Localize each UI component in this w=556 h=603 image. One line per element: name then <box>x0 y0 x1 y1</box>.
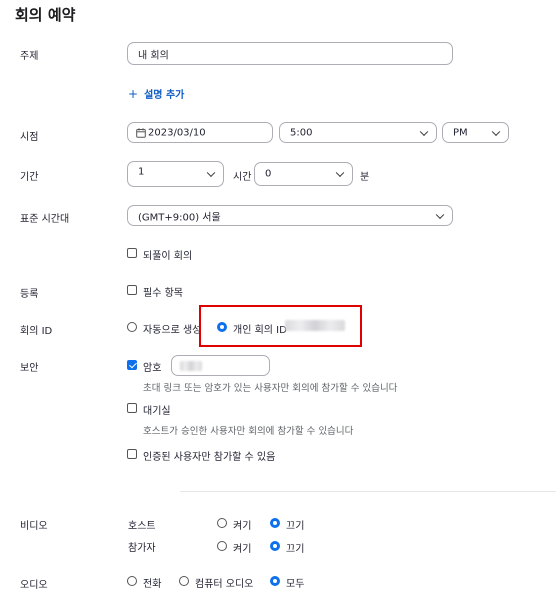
page-title: 회의 예약 <box>15 6 76 24</box>
passcode-redacted <box>180 361 202 371</box>
calendar-icon <box>136 128 146 138</box>
passcode-checkbox[interactable] <box>127 360 137 370</box>
registration-option: 필수 항목 <box>143 288 183 299</box>
auto-generate-radio[interactable] <box>127 322 137 332</box>
plus-icon: + <box>128 86 139 101</box>
waiting-room-checkbox[interactable] <box>127 403 137 413</box>
video-participant-label: 참가자 <box>128 543 156 554</box>
audio-computer-radio[interactable] <box>179 576 189 586</box>
host-video-on-label: 켜기 <box>233 521 252 532</box>
section-divider <box>180 491 556 492</box>
chevron-down-icon <box>206 168 216 178</box>
personal-id-label: 개인 회의 ID <box>233 325 287 336</box>
personal-id-radio[interactable] <box>217 322 227 332</box>
participant-video-on-label: 켜기 <box>233 544 252 555</box>
minutes-unit: 분 <box>360 172 370 183</box>
hours-unit: 시간 <box>233 172 252 183</box>
passcode-input[interactable] <box>171 355 270 376</box>
topic-value: 내 회의 <box>138 50 169 61</box>
auth-only-checkbox[interactable] <box>127 449 137 459</box>
registration-checkbox[interactable] <box>127 285 137 295</box>
duration-minutes-select[interactable]: 0 <box>254 162 353 186</box>
topic-input[interactable]: 내 회의 <box>127 42 453 65</box>
video-label: 비디오 <box>20 521 48 532</box>
participant-video-on-radio[interactable] <box>217 541 227 551</box>
video-host-label: 호스트 <box>128 521 156 532</box>
waiting-room-hint: 호스트가 승인한 사용자만 회의에 참가할 수 있습니다 <box>143 426 354 437</box>
host-video-off-radio[interactable] <box>270 518 280 528</box>
time-select[interactable]: 5:00 <box>279 122 437 143</box>
duration-label: 기간 <box>20 172 39 183</box>
chevron-down-icon <box>419 127 429 136</box>
personal-id-redacted <box>285 320 345 331</box>
chevron-down-icon <box>491 127 501 136</box>
chevron-down-icon <box>335 168 345 178</box>
add-description-link[interactable]: + 설명 추가 <box>128 86 185 102</box>
auto-generate-label: 자동으로 생성 <box>143 325 202 336</box>
waiting-room-label: 대기실 <box>143 406 171 417</box>
duration-hours-select[interactable]: 1 <box>127 161 224 187</box>
duration-hours-value: 1 <box>138 166 145 178</box>
timezone-select[interactable]: (GMT+9:00) 서울 <box>127 205 453 226</box>
date-picker[interactable]: 2023/03/10 <box>127 122 273 143</box>
recurring-label: 되풀이 회의 <box>143 251 193 262</box>
audio-telephone-label: 전화 <box>143 579 162 590</box>
registration-label: 등록 <box>20 289 39 300</box>
security-label: 보안 <box>20 363 39 374</box>
duration-minutes-value: 0 <box>265 168 272 180</box>
add-description-label: 설명 추가 <box>144 90 185 101</box>
audio-label: 오디오 <box>20 580 48 591</box>
audio-both-radio[interactable] <box>270 576 280 586</box>
timezone-label: 표준 시간대 <box>20 214 70 225</box>
chevron-down-icon <box>435 210 445 219</box>
auth-only-label: 인증된 사용자만 참가할 수 있음 <box>143 452 276 463</box>
ampm-value: PM <box>453 127 468 138</box>
passcode-label: 암호 <box>143 363 162 374</box>
audio-both-label: 모두 <box>286 579 305 590</box>
participant-video-off-label: 끄기 <box>286 544 305 555</box>
passcode-hint: 초대 링크 또는 암호가 있는 사용자만 회의에 참가할 수 있습니다 <box>143 383 398 394</box>
participant-video-off-radio[interactable] <box>270 541 280 551</box>
host-video-off-label: 끄기 <box>286 521 305 532</box>
audio-telephone-radio[interactable] <box>127 576 137 586</box>
host-video-on-radio[interactable] <box>217 518 227 528</box>
when-label: 시점 <box>20 132 39 143</box>
time-value: 5:00 <box>290 127 313 138</box>
audio-computer-label: 컴퓨터 오디오 <box>195 579 254 590</box>
timezone-value: (GMT+9:00) 서울 <box>138 212 221 223</box>
topic-label: 주제 <box>20 51 39 62</box>
date-value: 2023/03/10 <box>148 127 206 138</box>
meeting-id-label: 회의 ID <box>20 326 53 337</box>
ampm-select[interactable]: PM <box>442 122 509 143</box>
recurring-checkbox[interactable] <box>127 248 137 258</box>
